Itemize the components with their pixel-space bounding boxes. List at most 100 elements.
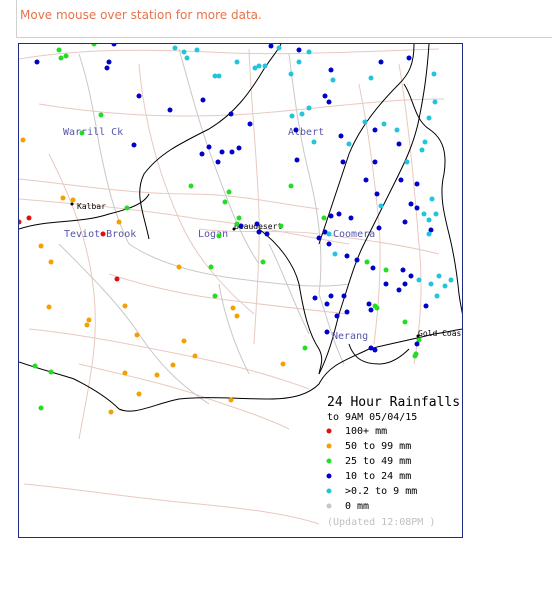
station-marker[interactable]: [433, 211, 439, 217]
station-marker[interactable]: [122, 303, 128, 309]
station-marker[interactable]: [416, 277, 422, 283]
station-marker[interactable]: [448, 277, 454, 283]
station-marker[interactable]: [104, 65, 110, 71]
station-marker[interactable]: [364, 259, 370, 265]
station-marker[interactable]: [256, 229, 262, 235]
station-marker[interactable]: [229, 149, 235, 155]
station-marker[interactable]: [332, 251, 338, 257]
station-marker[interactable]: [124, 205, 130, 211]
station-marker[interactable]: [316, 235, 322, 241]
station-marker[interactable]: [228, 397, 234, 403]
station-marker[interactable]: [216, 73, 222, 79]
station-marker[interactable]: [188, 183, 194, 189]
station-marker[interactable]: [222, 199, 228, 205]
station-marker[interactable]: [116, 219, 122, 225]
station-marker[interactable]: [280, 361, 286, 367]
station-marker[interactable]: [264, 231, 270, 237]
station-marker[interactable]: [328, 213, 334, 219]
station-marker[interactable]: [170, 362, 176, 368]
station-marker[interactable]: [299, 111, 305, 117]
station-marker[interactable]: [60, 195, 66, 201]
station-marker[interactable]: [247, 121, 253, 127]
station-marker[interactable]: [181, 338, 187, 344]
station-marker[interactable]: [311, 139, 317, 145]
station-marker[interactable]: [428, 281, 434, 287]
station-marker[interactable]: [46, 304, 52, 310]
station-marker[interactable]: [328, 293, 334, 299]
station-marker[interactable]: [419, 147, 425, 153]
station-marker[interactable]: [396, 141, 402, 147]
station-marker[interactable]: [344, 309, 350, 315]
station-marker[interactable]: [366, 301, 372, 307]
station-marker[interactable]: [383, 281, 389, 287]
station-marker[interactable]: [383, 267, 389, 273]
station-marker[interactable]: [106, 59, 112, 65]
station-marker[interactable]: [154, 372, 160, 378]
station-marker[interactable]: [167, 107, 173, 113]
station-marker[interactable]: [328, 67, 334, 73]
station-marker[interactable]: [199, 151, 205, 157]
station-marker[interactable]: [432, 99, 438, 105]
station-marker[interactable]: [172, 45, 178, 51]
station-marker[interactable]: [32, 363, 38, 369]
station-marker[interactable]: [376, 225, 382, 231]
station-marker[interactable]: [370, 265, 376, 271]
station-marker[interactable]: [208, 264, 214, 270]
station-marker[interactable]: [372, 127, 378, 133]
station-marker[interactable]: [372, 347, 378, 353]
station-marker[interactable]: [348, 215, 354, 221]
station-marker[interactable]: [86, 317, 92, 323]
station-marker[interactable]: [436, 273, 442, 279]
station-marker[interactable]: [234, 313, 240, 319]
station-marker[interactable]: [254, 221, 260, 227]
rainfall-map[interactable]: Warrill Ck Albert Teviot Brook Logan Coo…: [18, 43, 463, 538]
station-marker[interactable]: [114, 276, 120, 282]
station-marker[interactable]: [404, 159, 410, 165]
station-marker[interactable]: [434, 293, 440, 299]
station-marker[interactable]: [228, 111, 234, 117]
station-marker[interactable]: [398, 177, 404, 183]
station-marker[interactable]: [372, 159, 378, 165]
station-marker[interactable]: [260, 259, 266, 265]
station-marker[interactable]: [406, 55, 412, 61]
station-marker[interactable]: [362, 119, 368, 125]
station-marker[interactable]: [408, 273, 414, 279]
station-marker[interactable]: [226, 189, 232, 195]
station-marker[interactable]: [340, 159, 346, 165]
station-marker[interactable]: [262, 63, 268, 69]
station-marker[interactable]: [368, 75, 374, 81]
station-marker[interactable]: [91, 44, 97, 47]
station-marker[interactable]: [306, 49, 312, 55]
station-marker[interactable]: [236, 215, 242, 221]
station-marker[interactable]: [442, 283, 448, 289]
station-marker[interactable]: [206, 144, 212, 150]
station-marker[interactable]: [134, 332, 140, 338]
station-marker[interactable]: [396, 287, 402, 293]
station-marker[interactable]: [296, 47, 302, 53]
station-marker[interactable]: [341, 293, 347, 299]
station-marker[interactable]: [354, 257, 360, 263]
station-marker[interactable]: [408, 201, 414, 207]
station-marker[interactable]: [184, 55, 190, 61]
station-marker[interactable]: [431, 71, 437, 77]
station-marker[interactable]: [322, 93, 328, 99]
station-marker[interactable]: [293, 127, 299, 133]
station-marker[interactable]: [334, 313, 340, 319]
station-marker[interactable]: [402, 219, 408, 225]
station-marker[interactable]: [278, 223, 284, 229]
station-marker[interactable]: [414, 181, 420, 187]
station-marker[interactable]: [288, 183, 294, 189]
station-marker[interactable]: [312, 295, 318, 301]
station-marker[interactable]: [294, 157, 300, 163]
station-marker[interactable]: [200, 97, 206, 103]
station-marker[interactable]: [176, 264, 182, 270]
station-marker[interactable]: [192, 353, 198, 359]
station-marker[interactable]: [422, 139, 428, 145]
station-marker[interactable]: [216, 233, 222, 239]
station-marker[interactable]: [268, 44, 274, 49]
station-marker[interactable]: [296, 59, 302, 65]
station-marker[interactable]: [324, 329, 330, 335]
station-marker[interactable]: [26, 215, 32, 221]
station-marker[interactable]: [276, 45, 282, 51]
station-marker[interactable]: [122, 370, 128, 376]
